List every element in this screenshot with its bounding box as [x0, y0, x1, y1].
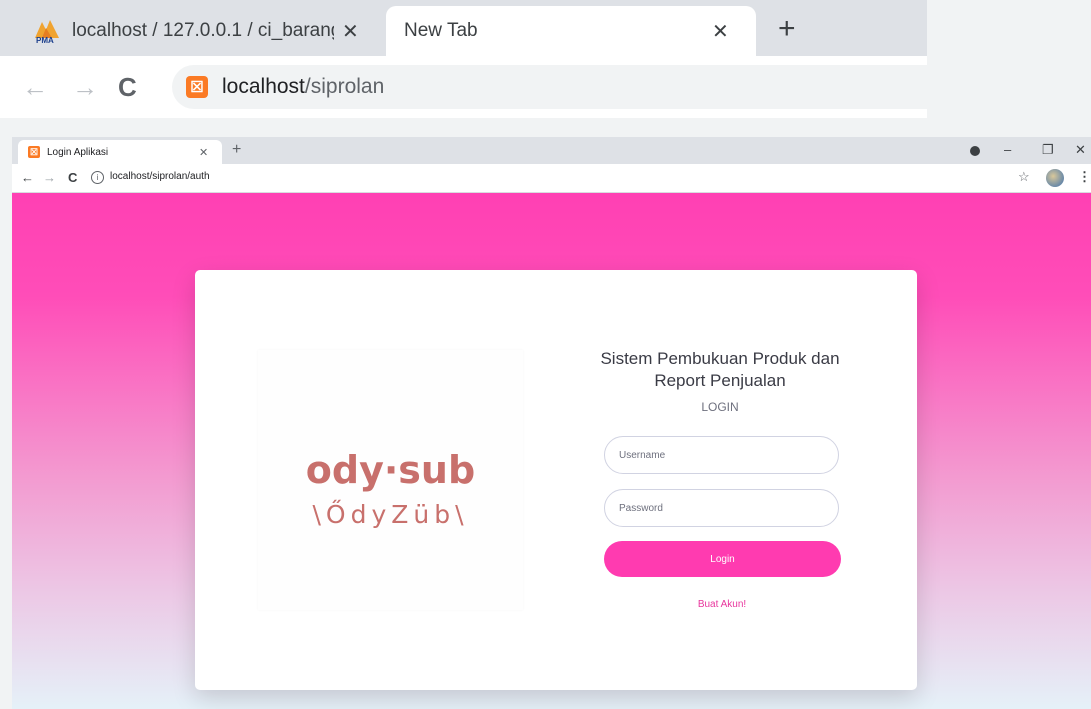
outer-tab-new-tab[interactable]: New Tab ✕ [386, 6, 756, 56]
outer-url-text: localhost/siprolan [222, 75, 385, 98]
outer-tab-strip: PMA localhost / 127.0.0.1 / ci_barang | … [0, 0, 927, 56]
bookmark-star-icon[interactable]: ☆ [1018, 169, 1030, 185]
register-link[interactable]: Buat Akun! [595, 599, 849, 610]
logo-panel: ody·sub \ŐdyZüb\ [258, 350, 523, 610]
page-background: ody·sub \ŐdyZüb\ Sistem Pembukuan Produk… [12, 193, 1091, 709]
page-title: Sistem Pembukuan Produk dan Report Penju… [600, 349, 840, 390]
close-icon[interactable]: ✕ [342, 19, 359, 44]
forward-arrow-icon[interactable]: → [72, 72, 98, 102]
password-input[interactable] [604, 489, 839, 527]
login-button[interactable]: Login [604, 541, 841, 577]
info-icon[interactable]: i [91, 171, 104, 184]
back-arrow-icon[interactable]: ← [22, 72, 48, 102]
username-input[interactable] [604, 436, 839, 474]
outer-toolbar: ← → C ☒ localhost/siprolan [0, 56, 927, 118]
xampp-favicon-icon: ☒ [186, 76, 208, 98]
avatar[interactable] [1046, 169, 1064, 187]
outer-address-bar[interactable]: ☒ localhost/siprolan [172, 65, 927, 109]
logo-sub-text: \ŐdyZüb\ [312, 500, 469, 529]
outer-tab-title: localhost / 127.0.0.1 / ci_barang | [72, 20, 334, 41]
phpmyadmin-icon: PMA [35, 20, 59, 44]
minimize-icon[interactable]: – [1004, 141, 1011, 159]
reload-icon[interactable]: C [68, 170, 77, 186]
kebab-menu-icon[interactable]: ⋮ [1078, 169, 1091, 185]
svg-text:PMA: PMA [36, 36, 54, 44]
close-icon[interactable]: ✕ [199, 146, 208, 159]
window-close-icon[interactable]: ✕ [1075, 141, 1086, 159]
new-tab-plus-icon[interactable]: + [778, 14, 796, 44]
back-arrow-icon[interactable]: ← [21, 170, 34, 186]
inner-url-text[interactable]: localhost/siprolan/auth [110, 171, 210, 182]
profile-dot-icon[interactable] [970, 146, 980, 156]
login-subtitle: LOGIN [701, 400, 739, 414]
xampp-favicon-icon: ☒ [28, 146, 40, 158]
restore-icon[interactable]: ❐ [1042, 141, 1054, 159]
logo-main-text: ody·sub [305, 448, 476, 492]
inner-tab-title: Login Aplikasi [47, 146, 109, 158]
login-card: ody·sub \ŐdyZüb\ Sistem Pembukuan Produk… [195, 270, 917, 690]
forward-arrow-icon[interactable]: → [43, 170, 56, 186]
inner-tab-strip: ☒ Login Aplikasi ✕ + – ❐ ✕ [12, 137, 1091, 164]
outer-tab-title: New Tab [404, 20, 478, 41]
inner-tab-login[interactable]: ☒ Login Aplikasi ✕ [18, 140, 222, 164]
inner-toolbar: ← → C i localhost/siprolan/auth ☆ ⋮ [12, 164, 1091, 193]
outer-tab-phpmyadmin[interactable]: PMA localhost / 127.0.0.1 / ci_barang | … [20, 6, 382, 56]
new-tab-plus-icon[interactable]: + [232, 140, 241, 160]
reload-icon[interactable]: C [118, 72, 137, 102]
close-icon[interactable]: ✕ [712, 19, 729, 44]
